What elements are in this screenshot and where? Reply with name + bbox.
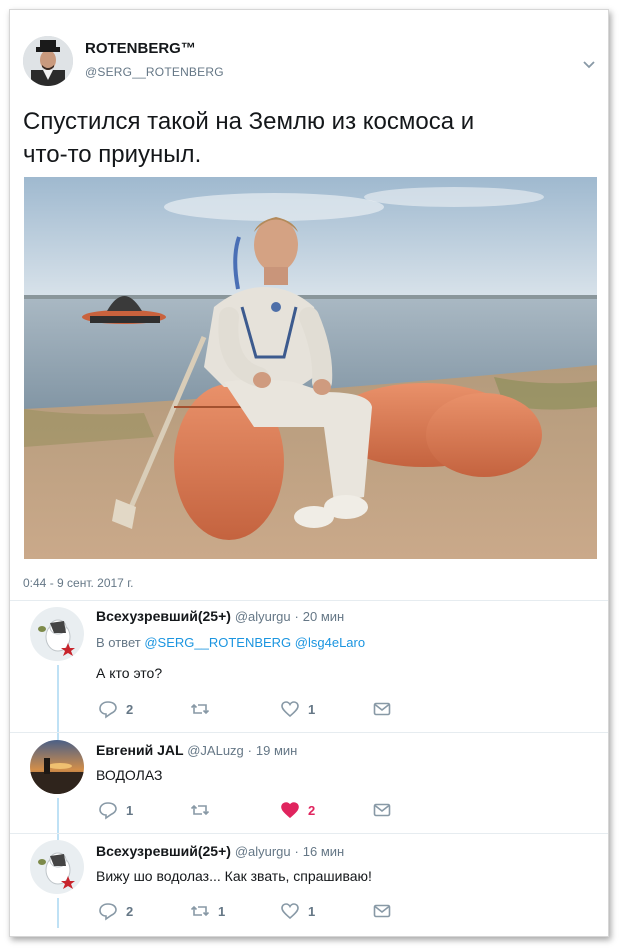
thread-line <box>57 898 59 928</box>
heart-icon <box>281 903 299 920</box>
reply-count: 1 <box>126 802 134 818</box>
reply-button[interactable]: 1 <box>98 800 133 820</box>
chevron-down-icon[interactable] <box>582 56 596 69</box>
message-button[interactable] <box>372 800 392 820</box>
reply-text: Вижу шо водолаз... Как звать, спрашиваю! <box>96 868 372 884</box>
tweet-text-line: Спустился такой на Землю из космоса и <box>23 108 475 135</box>
envelope-icon <box>373 904 391 918</box>
reply-avatar[interactable] <box>30 607 84 661</box>
heart-icon <box>281 701 299 718</box>
like-button[interactable]: 1 <box>280 699 315 719</box>
reply-button[interactable]: 2 <box>98 901 133 921</box>
reply-author-handle[interactable]: @alyurgu <box>235 609 291 624</box>
mention-link[interactable]: @lsg4eLaro <box>295 635 365 650</box>
like-button[interactable]: 1 <box>280 901 315 921</box>
reply-author-name[interactable]: Евгений JAL <box>96 742 183 758</box>
tweet-timestamp[interactable]: 0:44 - 9 сент. 2017 г. <box>23 576 133 590</box>
author-handle[interactable]: @SERG__ROTENBERG <box>85 65 224 79</box>
heart-icon <box>281 802 299 819</box>
envelope-icon <box>373 803 391 817</box>
like-count: 2 <box>308 802 316 818</box>
reply-author-handle[interactable]: @alyurgu <box>235 844 291 859</box>
thread-line <box>57 665 59 740</box>
reply-dot: · <box>294 609 299 624</box>
reply-to-prefix: В ответ <box>96 635 141 650</box>
tweet-text-line: что-то приуныл. <box>23 141 202 168</box>
retweet-count: 1 <box>218 903 226 919</box>
retweet-icon <box>190 804 210 816</box>
retweet-icon <box>190 703 210 715</box>
like-count: 1 <box>308 903 316 919</box>
reply-dot: · <box>294 844 299 859</box>
message-button[interactable] <box>372 699 392 719</box>
reply-author-handle[interactable]: @JALuzg <box>187 743 244 758</box>
reply-button[interactable]: 2 <box>98 699 133 719</box>
mention-link[interactable]: @SERG__ROTENBERG <box>144 635 291 650</box>
reply-text: А кто это? <box>96 665 163 681</box>
reply-icon <box>99 903 117 921</box>
retweet-button[interactable] <box>190 800 218 820</box>
reply-avatar[interactable] <box>30 740 84 794</box>
author-name[interactable]: ROTENBERG™ <box>85 40 196 57</box>
reply-count: 2 <box>126 903 134 919</box>
reply-to-line: В ответ @SERG__ROTENBERG @lsg4eLaro <box>96 635 365 650</box>
reply-icon <box>99 802 117 820</box>
reply-time[interactable]: 20 мин <box>303 609 344 624</box>
tweet-photo[interactable] <box>24 177 597 559</box>
reply-count: 2 <box>126 701 134 717</box>
retweet-button[interactable]: 1 <box>190 901 225 921</box>
reply-author-name[interactable]: Всехузревший(25+) <box>96 843 231 859</box>
reply-actions: 1 2 <box>98 800 408 820</box>
author-avatar[interactable] <box>23 36 73 86</box>
reply-author[interactable]: Всехузревший(25+) @alyurgu · 16 мин <box>96 843 344 859</box>
divider <box>10 732 608 733</box>
reply-icon <box>99 701 117 719</box>
reply-dot: · <box>247 743 253 758</box>
reply-author[interactable]: Всехузревший(25+) @alyurgu · 20 мин <box>96 608 344 624</box>
reply-author-name[interactable]: Всехузревший(25+) <box>96 608 231 624</box>
reply-actions: 2 1 1 <box>98 901 408 921</box>
reply-author[interactable]: Евгений JAL @JALuzg · 19 мин <box>96 742 297 758</box>
message-button[interactable] <box>372 901 392 921</box>
envelope-icon <box>373 702 391 716</box>
divider <box>10 600 608 601</box>
retweet-button[interactable] <box>190 699 218 719</box>
divider <box>10 833 608 834</box>
reply-time[interactable]: 19 мин <box>256 743 297 758</box>
reply-time[interactable]: 16 мин <box>303 844 344 859</box>
tweet-card: ROTENBERG™ @SERG__ROTENBERG Спустился та… <box>9 9 609 937</box>
reply-actions: 2 1 <box>98 699 408 719</box>
tweet-text: Спустился такой на Землю из космоса и чт… <box>23 105 583 171</box>
like-count: 1 <box>308 701 316 717</box>
like-button[interactable]: 2 <box>280 800 315 820</box>
reply-text: ВОДОЛАЗ <box>96 767 163 783</box>
retweet-icon <box>190 905 210 917</box>
reply-avatar[interactable] <box>30 840 84 894</box>
